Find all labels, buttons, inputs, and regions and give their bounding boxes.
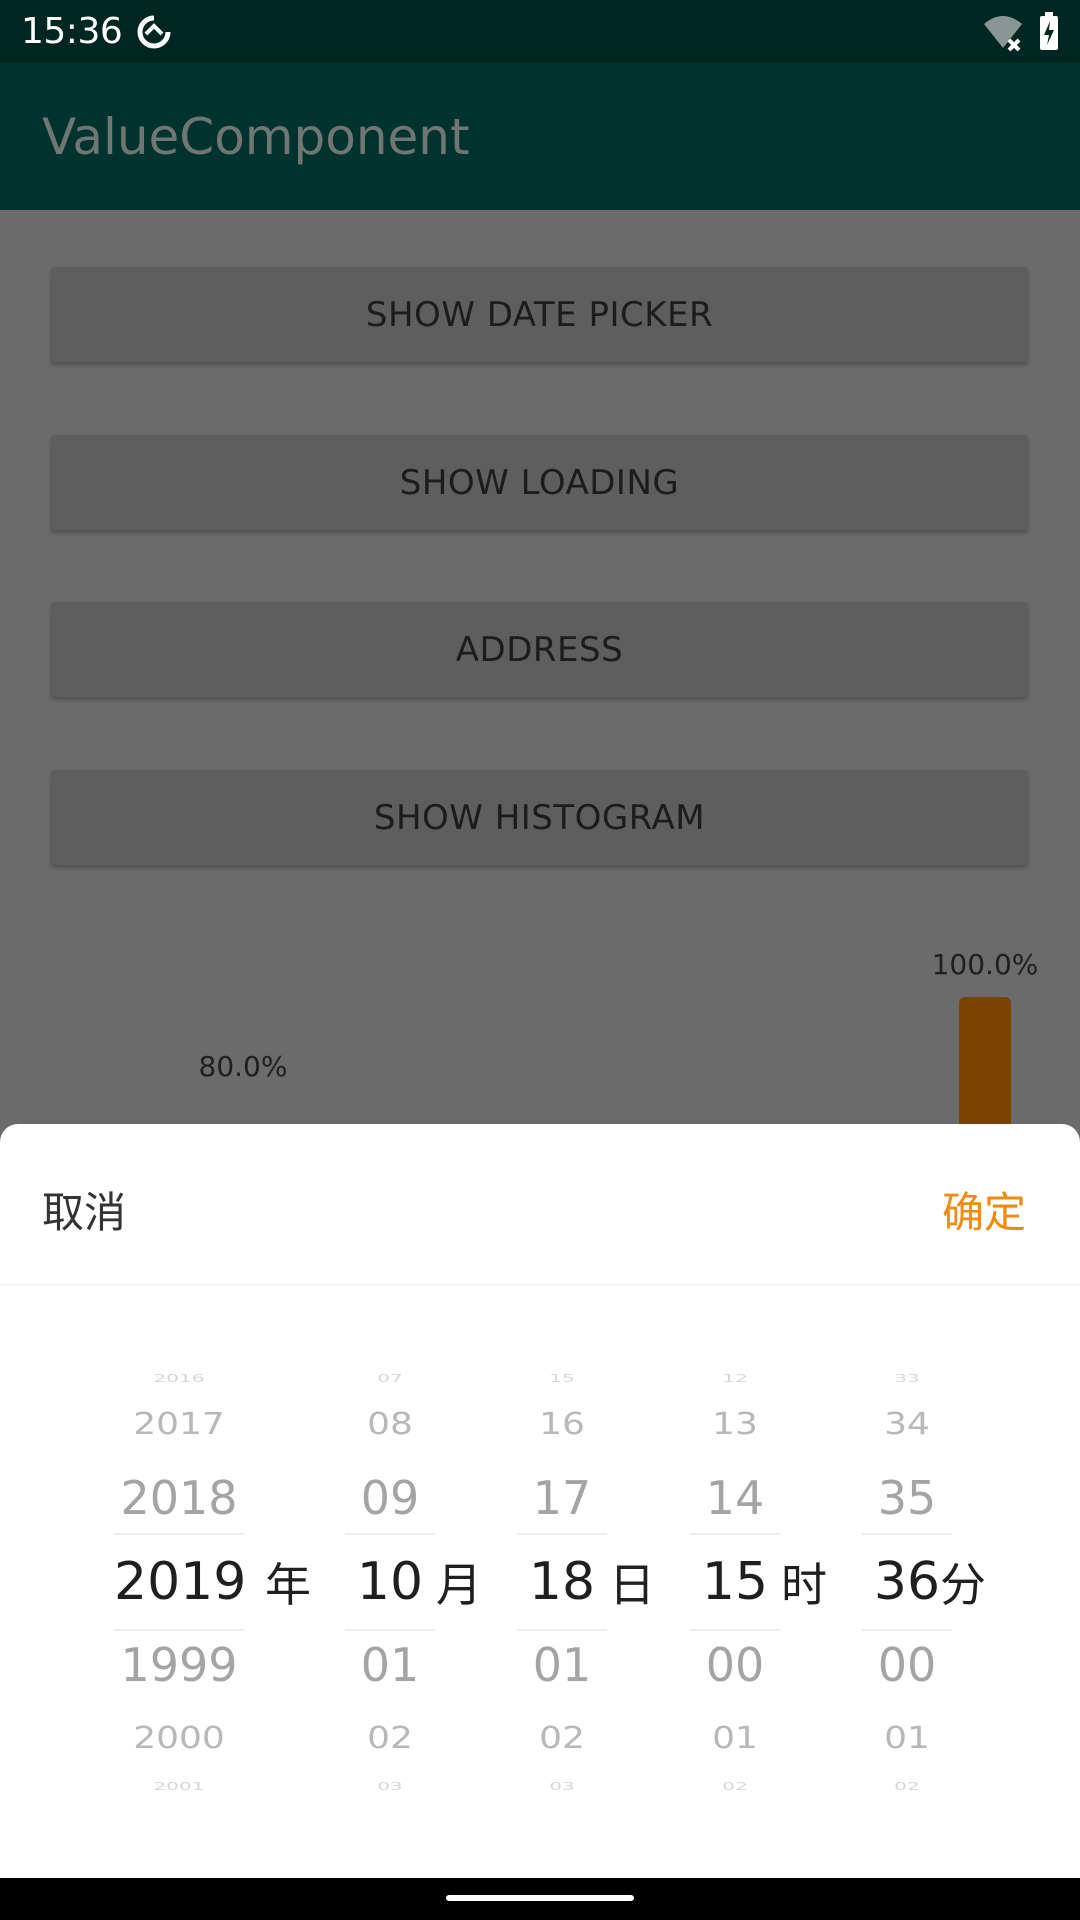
wheel-item-selected: 36: [873, 1552, 941, 1612]
wheel-item: 02: [894, 1779, 920, 1793]
hour-wheel[interactable]: 12 13 14 15 00 01 02: [690, 1124, 780, 1878]
year-unit-label: 年: [265, 1558, 311, 1612]
wheel-item: 08: [367, 1406, 413, 1442]
address-button[interactable]: ADDRESS: [51, 602, 1028, 697]
selection-divider: [517, 1629, 607, 1631]
wheel-item: 1999: [120, 1638, 238, 1692]
wheel-item: 2000: [133, 1720, 225, 1756]
wheel-item: 01: [884, 1720, 930, 1756]
wheel-item: 34: [884, 1406, 930, 1442]
selection-divider: [345, 1533, 435, 1535]
sync-icon: [137, 14, 172, 49]
wheel-item: 00: [705, 1638, 765, 1692]
wheel-item: 33: [894, 1371, 920, 1385]
confirm-button[interactable]: 确定: [942, 1179, 1026, 1240]
selection-divider: [862, 1533, 952, 1535]
battery-charging-icon: [1040, 12, 1058, 50]
hour-unit-label: 时: [781, 1558, 827, 1612]
wheel-item: 2017: [133, 1406, 225, 1442]
show-loading-button[interactable]: SHOW LOADING: [51, 435, 1028, 530]
histogram-bar-label: 100.0%: [931, 948, 1039, 981]
app-bar: ValueComponent: [0, 63, 1080, 210]
wheel-item: 2016: [153, 1371, 205, 1385]
main-content: SHOW DATE PICKER SHOW LOADING ADDRESS SH…: [0, 210, 1080, 1124]
selection-divider: [517, 1533, 607, 1535]
wifi-icon: [984, 16, 1022, 52]
wheel-item-selected: 18: [528, 1552, 596, 1612]
minute-wheel[interactable]: 33 34 35 36 00 01 02: [862, 1124, 952, 1878]
wheel-item: 01: [360, 1638, 420, 1692]
wheel-item: 13: [712, 1406, 758, 1442]
home-handle[interactable]: [446, 1895, 634, 1901]
wheel-item: 00: [877, 1638, 937, 1692]
wheel-item: 07: [377, 1371, 403, 1385]
wheel-item-selected: 15: [701, 1552, 769, 1612]
navigation-bar: [0, 1878, 1080, 1920]
selection-divider: [690, 1533, 780, 1535]
wheel-item: 01: [712, 1720, 758, 1756]
wheel-item: 03: [377, 1779, 403, 1793]
status-time: 15:36: [21, 11, 123, 52]
wheel-item: 15: [549, 1371, 575, 1385]
status-bar: 15:36: [0, 0, 1080, 63]
wheel-item-selected: 10: [356, 1552, 424, 1612]
wheel-item-selected: 2019: [114, 1552, 247, 1612]
wheel-item: 02: [539, 1720, 585, 1756]
year-wheel[interactable]: 2016 2017 2018 2019 1999 2000 2001: [114, 1124, 247, 1878]
wheel-item: 16: [539, 1406, 585, 1442]
minute-unit-label: 分: [940, 1558, 986, 1612]
day-wheel[interactable]: 15 16 17 18 01 02 03: [517, 1124, 607, 1878]
wheel-item: 12: [722, 1371, 748, 1385]
selection-divider: [862, 1629, 952, 1631]
wheel-item: 01: [532, 1638, 592, 1692]
month-unit-label: 月: [436, 1558, 482, 1612]
wheel-item: 09: [360, 1471, 420, 1525]
show-histogram-button[interactable]: SHOW HISTOGRAM: [51, 770, 1028, 865]
wheel-item: 35: [877, 1471, 937, 1525]
selection-divider: [114, 1533, 244, 1535]
app-title: ValueComponent: [42, 108, 470, 166]
histogram-bar: [959, 997, 1011, 1124]
selection-divider: [114, 1629, 244, 1631]
wheel-item: 2018: [120, 1471, 238, 1525]
wheel-item: 03: [549, 1779, 575, 1793]
wheel-item: 2001: [153, 1779, 205, 1793]
selection-divider: [690, 1629, 780, 1631]
date-picker-sheet: 取消 确定 2016 2017 2018 2019 1999 2000 2001…: [0, 1124, 1080, 1878]
wheel-item: 17: [532, 1471, 592, 1525]
month-wheel[interactable]: 07 08 09 10 01 02 03: [345, 1124, 435, 1878]
show-date-picker-button[interactable]: SHOW DATE PICKER: [51, 267, 1028, 362]
wheel-item: 02: [722, 1779, 748, 1793]
selection-divider: [345, 1629, 435, 1631]
wheel-item: 02: [367, 1720, 413, 1756]
wheel-item: 14: [705, 1471, 765, 1525]
day-unit-label: 日: [609, 1558, 655, 1612]
histogram-bar-label: 80.0%: [198, 1050, 288, 1083]
